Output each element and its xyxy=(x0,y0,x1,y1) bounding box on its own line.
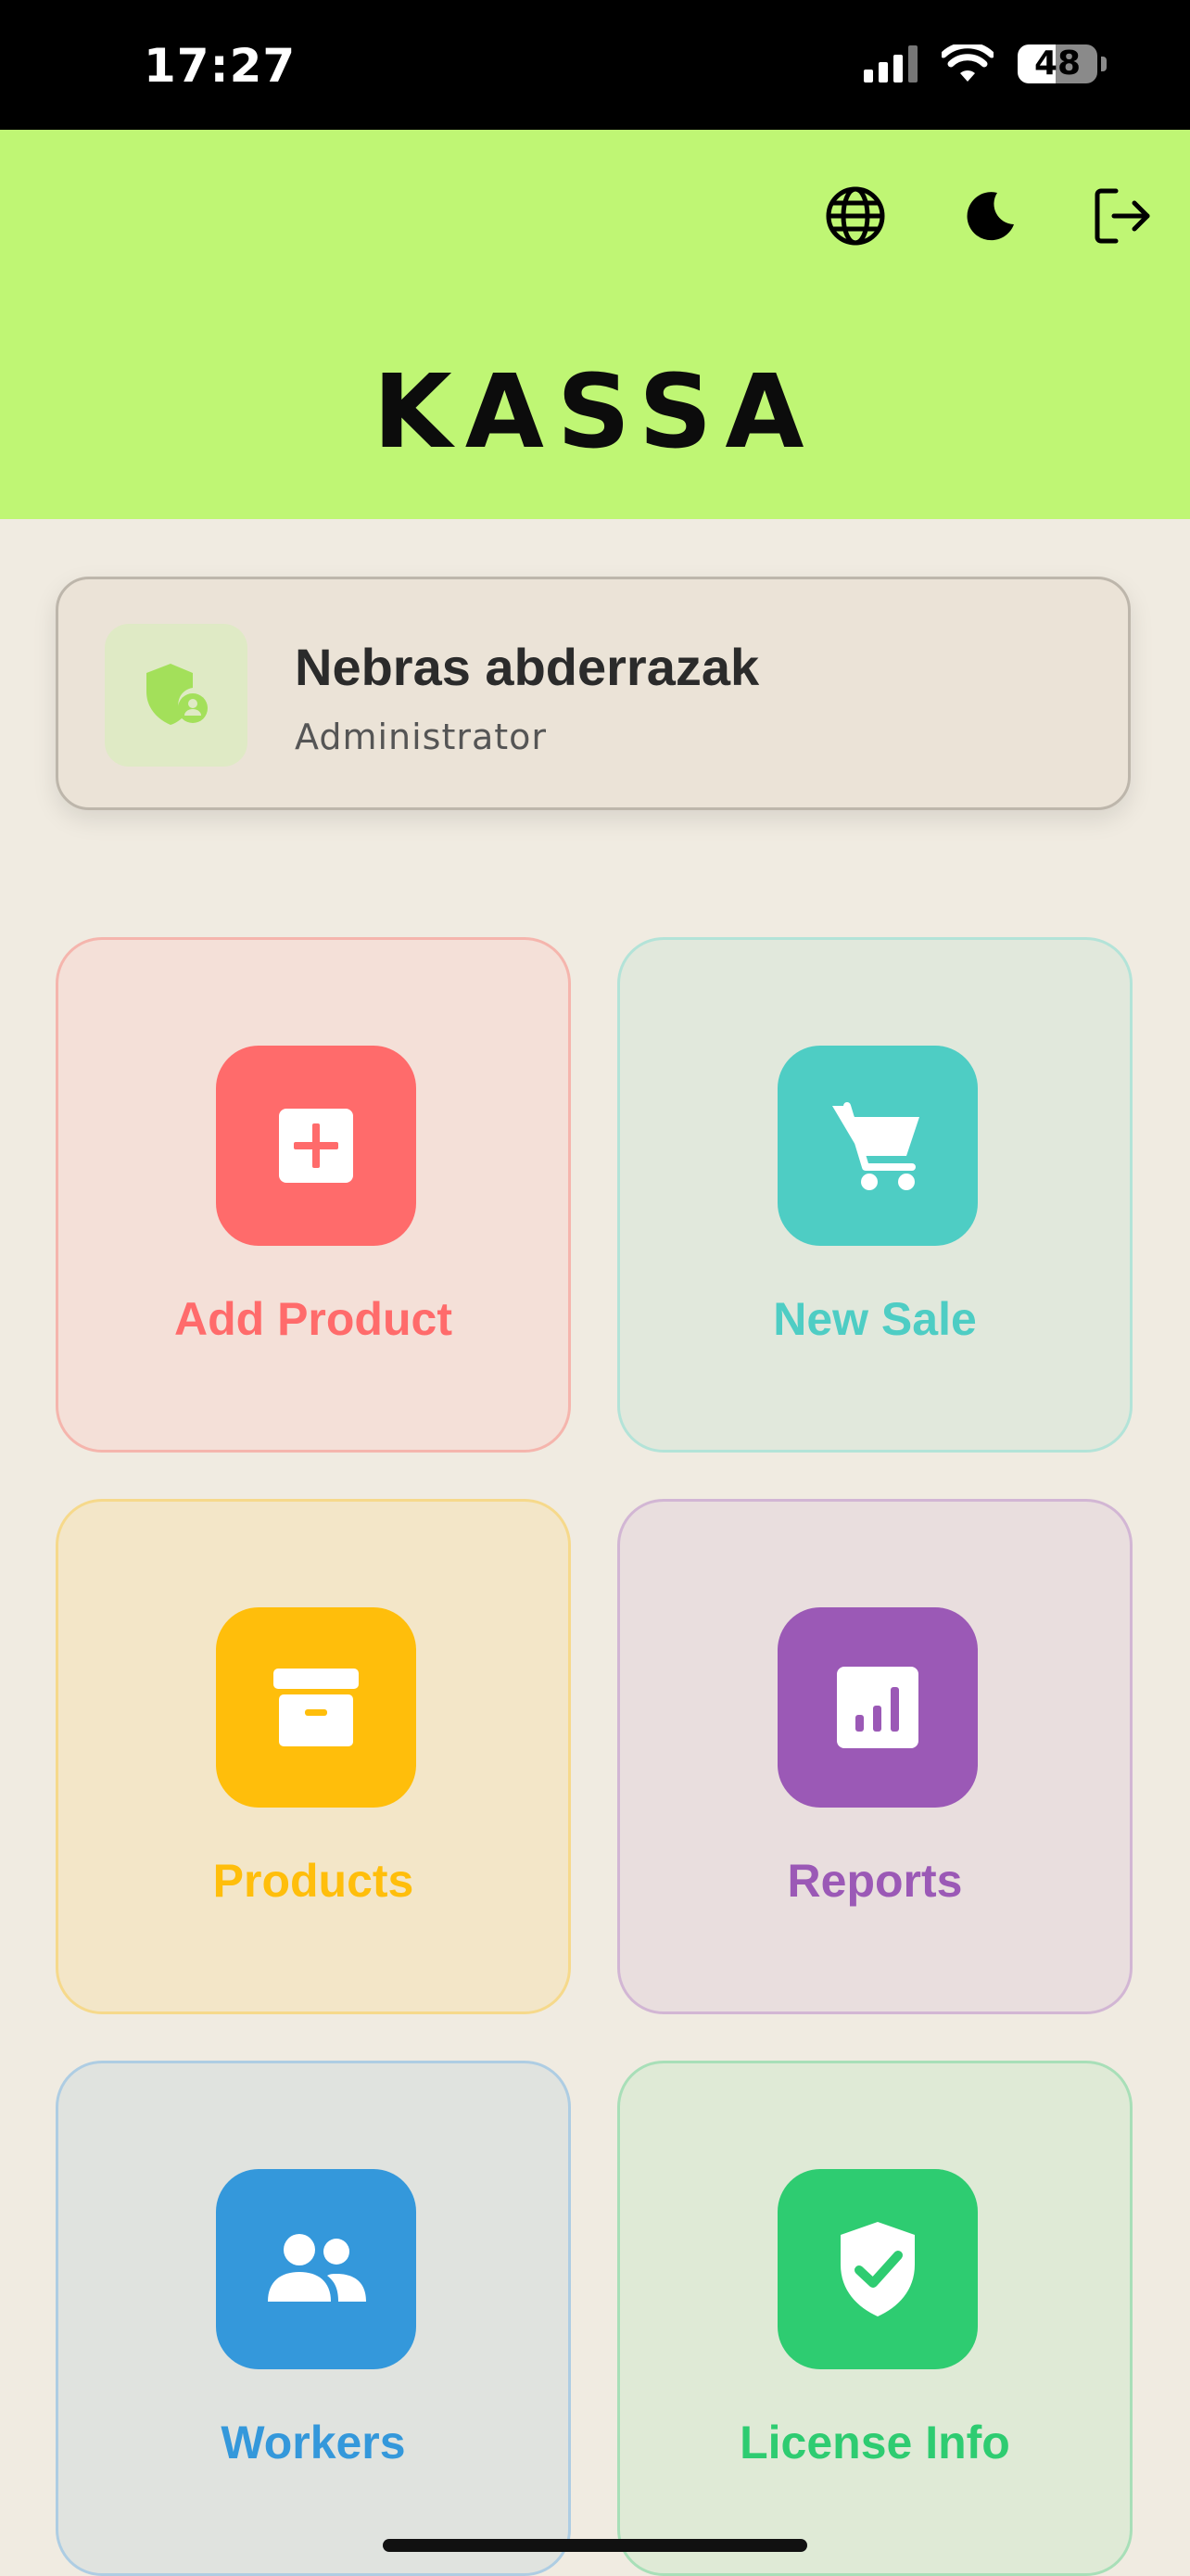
user-role: Administrator xyxy=(295,717,548,757)
shield-check-icon xyxy=(841,2222,915,2316)
moon-icon xyxy=(967,192,1014,241)
tile-label: License Info xyxy=(740,2417,1010,2468)
workers-tile[interactable]: Workers xyxy=(56,2061,571,2576)
tile-label: Workers xyxy=(221,2417,406,2468)
license-info-tile[interactable]: License Info xyxy=(617,2061,1133,2576)
user-name: Nebras abderrazak xyxy=(295,638,760,696)
reports-icon-box xyxy=(778,1607,978,1808)
license-info-icon-box xyxy=(778,2169,978,2369)
status-icons: 48 xyxy=(864,44,1107,83)
status-time: 17:27 xyxy=(144,39,297,93)
user-card: Nebras abderrazak Administrator xyxy=(56,577,1131,810)
new-sale-tile[interactable]: New Sale xyxy=(617,937,1133,1453)
add-box-icon xyxy=(279,1109,353,1183)
tile-label: Add Product xyxy=(174,1293,452,1345)
archive-icon xyxy=(273,1669,359,1746)
language-button[interactable] xyxy=(814,174,897,258)
products-icon-box xyxy=(216,1607,416,1808)
products-tile[interactable]: Products xyxy=(56,1499,571,2014)
battery-cap xyxy=(1101,57,1107,71)
signal-icon xyxy=(864,45,918,82)
reports-tile[interactable]: Reports xyxy=(617,1499,1133,2014)
shield-user-icon xyxy=(146,664,208,725)
battery-level: 48 xyxy=(1033,44,1082,82)
add-product-tile[interactable]: Add Product xyxy=(56,937,571,1453)
battery-icon: 48 xyxy=(1018,44,1097,83)
chart-icon xyxy=(837,1667,918,1748)
tile-label: Products xyxy=(212,1855,414,1907)
theme-toggle-button[interactable] xyxy=(947,174,1031,258)
tile-label: Reports xyxy=(787,1855,963,1907)
app-title: KASSA xyxy=(373,352,817,471)
home-indicator[interactable] xyxy=(383,2539,807,2552)
new-sale-icon-box xyxy=(778,1046,978,1246)
app-header: KASSA xyxy=(0,130,1190,519)
cart-icon xyxy=(832,1102,919,1190)
user-avatar xyxy=(105,624,247,767)
users-icon xyxy=(268,2234,366,2302)
tile-label: New Sale xyxy=(773,1293,977,1345)
globe-icon xyxy=(826,186,885,246)
logout-icon xyxy=(1095,188,1150,244)
add-product-icon-box xyxy=(216,1046,416,1246)
wifi-icon xyxy=(942,44,994,82)
status-bar: 17:27 48 xyxy=(0,0,1190,130)
workers-icon-box xyxy=(216,2169,416,2369)
logout-button[interactable] xyxy=(1081,174,1164,258)
